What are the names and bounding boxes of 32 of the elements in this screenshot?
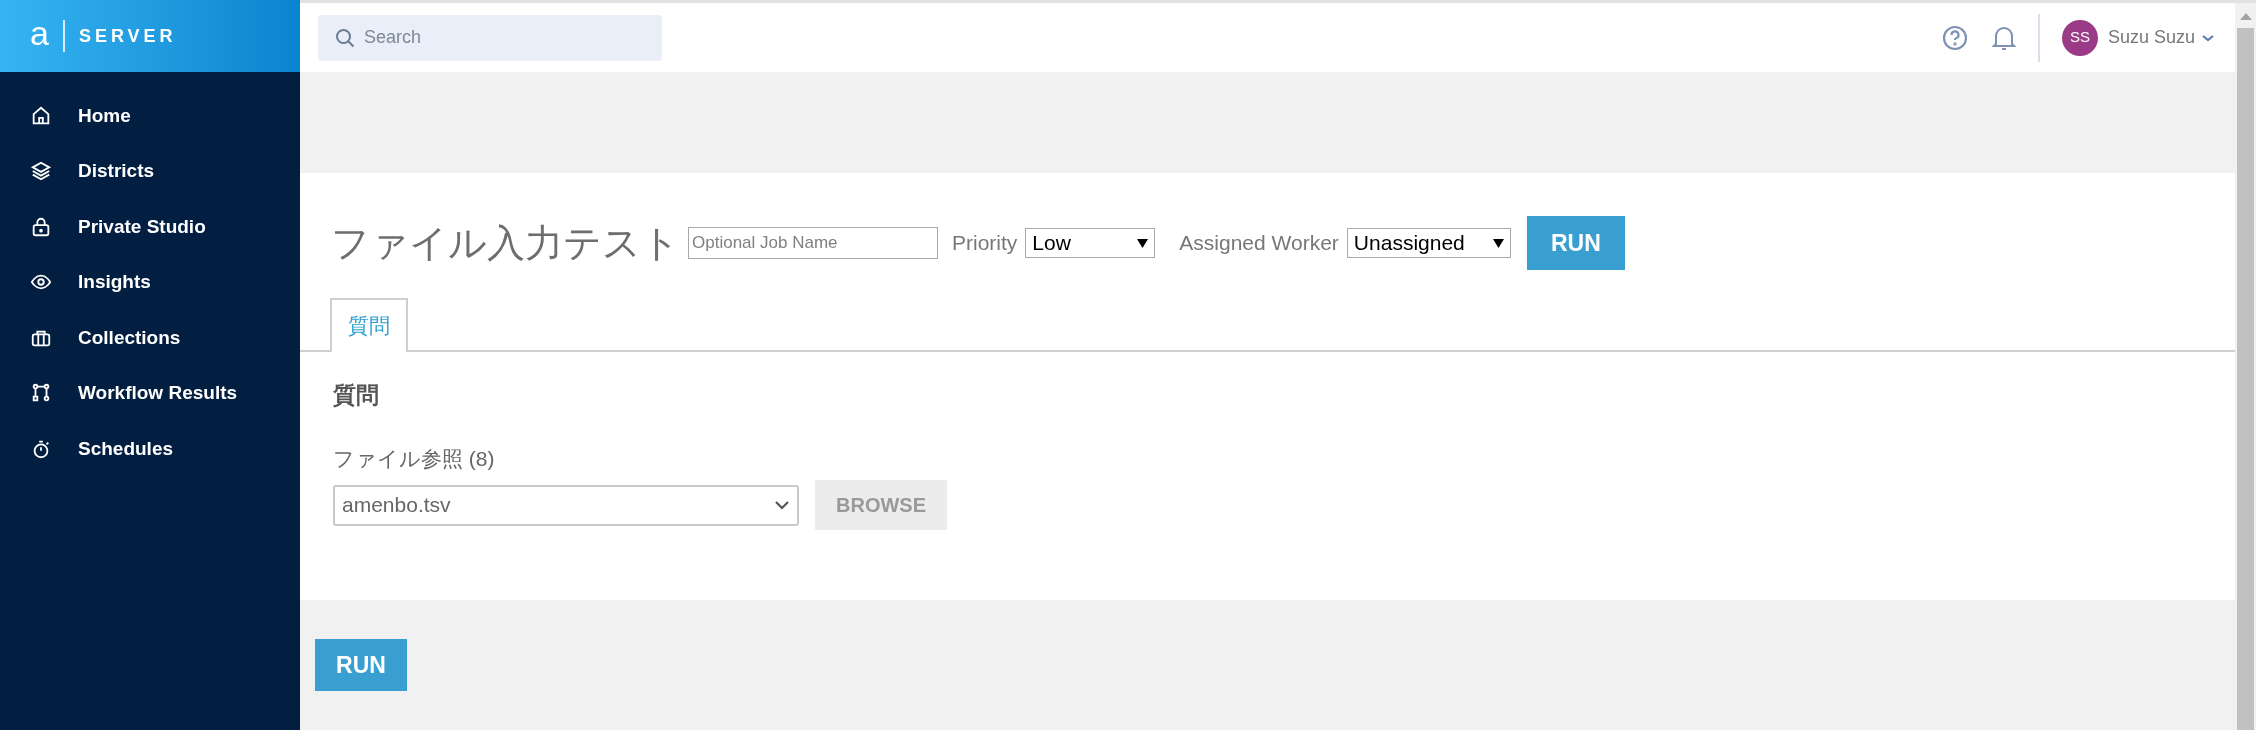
sidebar-item[interactable]: Collections xyxy=(0,310,300,366)
section-heading: 質問 xyxy=(333,381,380,410)
sidebar-item[interactable]: Workflow Results xyxy=(0,365,300,421)
brand-name: SERVER xyxy=(78,24,177,48)
sidebar-item[interactable]: Private Studio xyxy=(0,199,300,255)
priority-select[interactable]: Low xyxy=(1025,228,1156,258)
sidebar-item[interactable]: Schedules xyxy=(0,421,300,477)
home-icon xyxy=(30,104,52,127)
user-name[interactable]: Suzu Suzu xyxy=(2107,24,2195,51)
assigned-worker-label: Assigned Worker xyxy=(1179,230,1339,257)
search-icon xyxy=(335,27,355,48)
field-label: ファイル参照 (8) xyxy=(333,445,496,472)
help-icon[interactable] xyxy=(1941,24,1968,51)
sidebar-item[interactable]: Insights xyxy=(0,254,300,310)
worker-select[interactable]: Unassigned xyxy=(1346,228,1511,258)
user-avatar[interactable]: SS xyxy=(2061,19,2098,56)
dropdown-arrow-icon xyxy=(1492,238,1504,248)
workflow-title: ファイル入力テスト xyxy=(331,224,680,262)
sidebar-item[interactable]: Districts xyxy=(0,143,300,199)
chevron-down-icon[interactable] xyxy=(2201,32,2215,43)
scrollbar[interactable] xyxy=(2235,0,2256,730)
layers-icon xyxy=(30,160,52,183)
scroll-up-icon[interactable] xyxy=(2239,13,2252,20)
priority-label: Priority xyxy=(952,230,1018,257)
search-field[interactable]: Search xyxy=(318,14,662,61)
logo: a xyxy=(30,16,49,54)
dropdown-arrow-icon xyxy=(1137,238,1149,248)
padlock-icon xyxy=(30,215,52,238)
chevron-down-icon xyxy=(774,500,790,510)
sidebar-item[interactable]: Home xyxy=(0,88,300,144)
job-name-field[interactable]: Optional Job Name xyxy=(688,227,938,259)
file-select[interactable]: amenbo.tsv xyxy=(333,484,799,526)
